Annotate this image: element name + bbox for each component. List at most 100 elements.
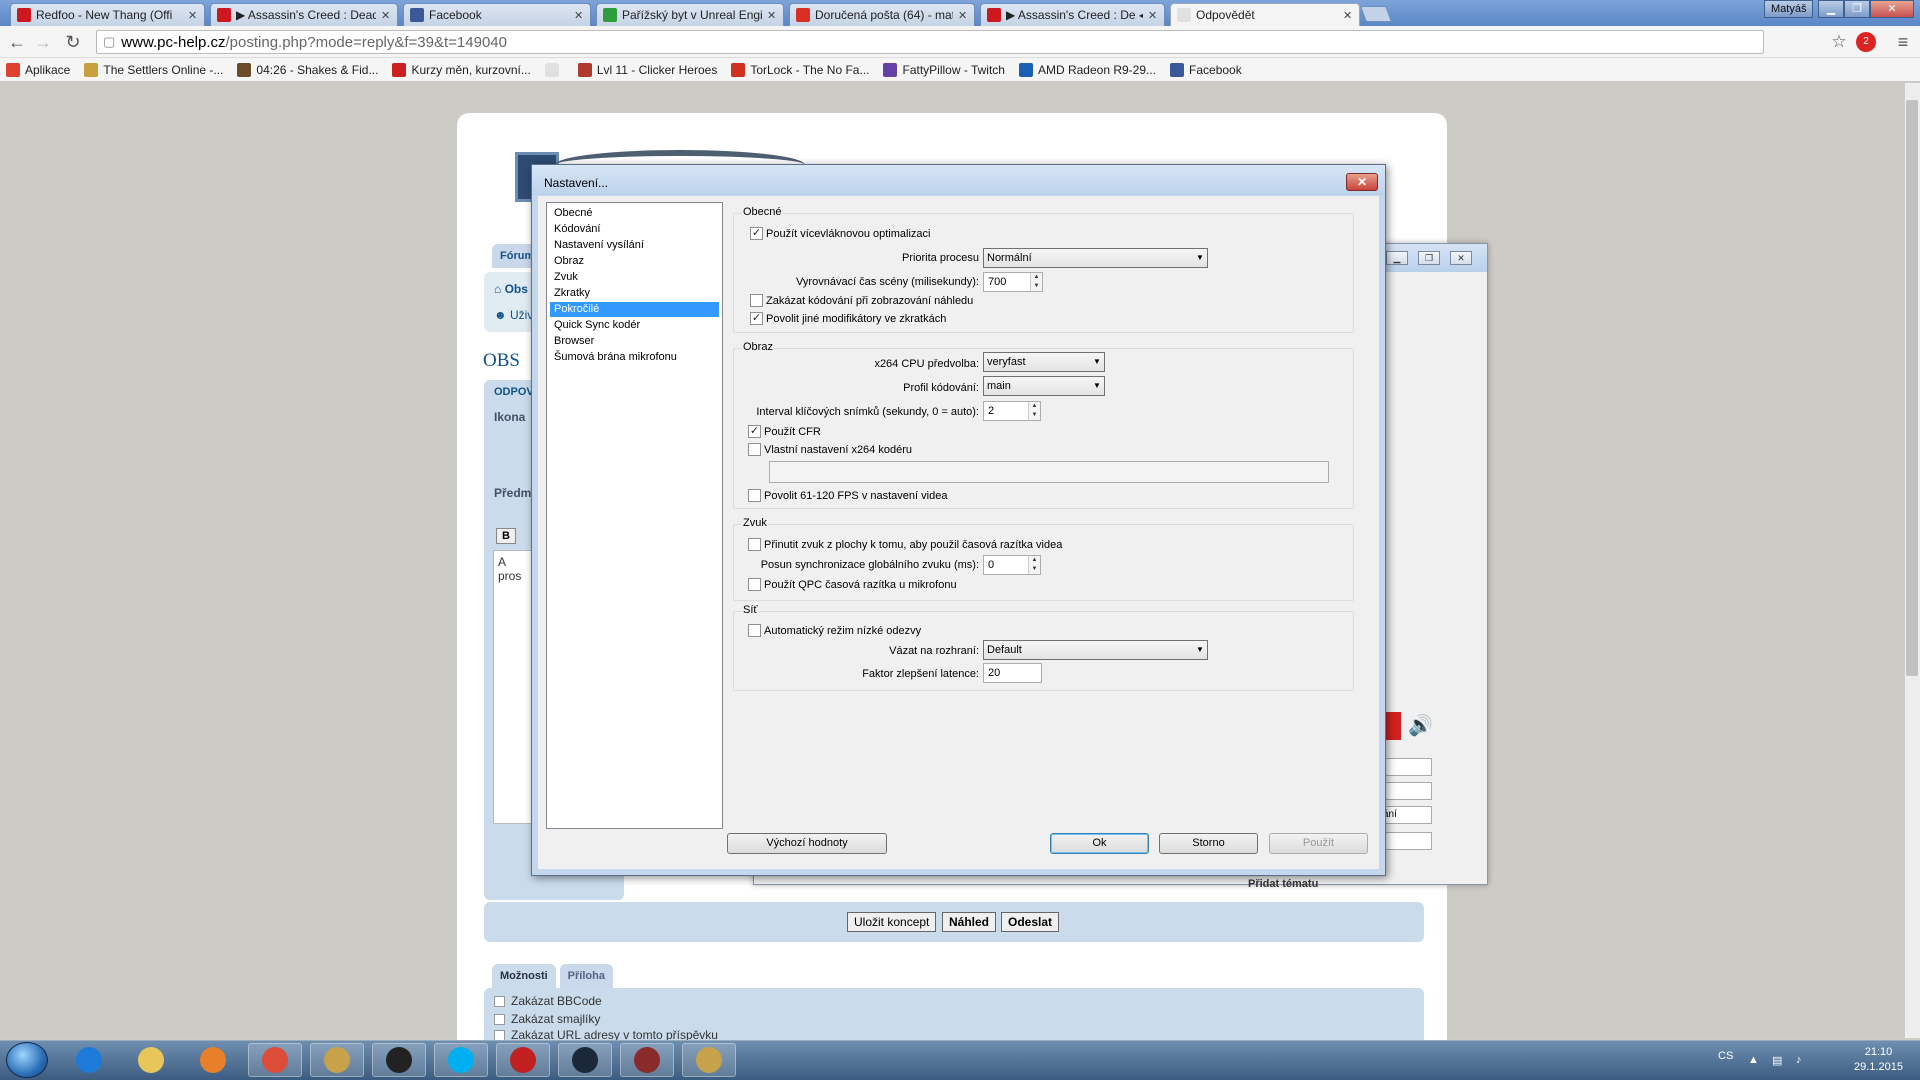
- obs-partial-combo[interactable]: t: [1380, 782, 1432, 800]
- close-window-button[interactable]: ✕: [1870, 0, 1914, 18]
- allow-modifiers-checkbox[interactable]: ✓ Povolit jiné modifikátory ve zkratkách: [750, 312, 946, 325]
- allow-high-fps-checkbox[interactable]: Povolit 61-120 FPS v nastavení videa: [748, 489, 947, 502]
- checkbox[interactable]: [494, 1013, 505, 1025]
- network-icon[interactable]: ▤: [1772, 1054, 1786, 1067]
- category-item[interactable]: Šumová brána mikrofonu: [550, 350, 719, 365]
- disable-preview-encoding-checkbox[interactable]: Zakázat kódování při zobrazování náhledu: [750, 294, 973, 307]
- submit-button[interactable]: Odeslat: [1001, 912, 1060, 932]
- bookmark-item[interactable]: [544, 62, 564, 77]
- speaker-icon[interactable]: 🔊: [1408, 713, 1433, 738]
- category-item[interactable]: Zkratky: [550, 286, 719, 301]
- use-qpc-checkbox[interactable]: Použít QPC časová razítka u mikrofonu: [748, 578, 957, 591]
- obs-close-button[interactable]: ✕: [1450, 251, 1472, 265]
- nav-link-obs[interactable]: ⌂ Obs: [494, 282, 528, 296]
- forward-arrow-icon[interactable]: →: [32, 32, 54, 52]
- bookmark-star-icon[interactable]: ☆: [1828, 32, 1850, 52]
- volume-icon[interactable]: ♪: [1796, 1054, 1810, 1066]
- extension-badge[interactable]: 2: [1856, 32, 1876, 52]
- bookmark-item[interactable]: Aplikace: [6, 62, 70, 77]
- checkbox-box[interactable]: ✓: [750, 312, 763, 325]
- close-tab-icon[interactable]: ✕: [188, 9, 198, 22]
- spinner-arrows-icon[interactable]: ▲ ▼: [1030, 273, 1042, 291]
- x264-preset-select[interactable]: veryfast ▼: [983, 352, 1105, 372]
- close-tab-icon[interactable]: ✕: [381, 9, 391, 22]
- clock[interactable]: 21:10 29.1.2015: [1854, 1045, 1903, 1075]
- option-disable-bbcode[interactable]: Zakázat BBCode: [494, 992, 718, 1010]
- browser-tab[interactable]: Facebook ✕: [403, 3, 591, 26]
- new-tab-button[interactable]: [1360, 6, 1392, 22]
- close-tab-icon[interactable]: ✕: [1343, 9, 1353, 22]
- bookmark-item[interactable]: FattyPillow - Twitch: [883, 62, 1005, 77]
- bookmark-item[interactable]: AMD Radeon R9-29...: [1018, 62, 1156, 77]
- show-hidden-icons-icon[interactable]: ▲: [1748, 1054, 1762, 1066]
- taskbar-media-player-button[interactable]: [186, 1043, 240, 1077]
- bind-interface-select[interactable]: Default ▼: [983, 640, 1208, 660]
- browser-tab[interactable]: Pařížský byt v Unreal Engi ✕: [596, 3, 784, 26]
- taskbar-internet-explorer-button[interactable]: [62, 1043, 116, 1077]
- category-item[interactable]: Nastavení vysílání: [550, 238, 719, 253]
- close-tab-icon[interactable]: ✕: [574, 9, 584, 22]
- checkbox-box[interactable]: ✓: [750, 227, 763, 240]
- bookmark-item[interactable]: 04:26 - Shakes & Fid...: [237, 62, 378, 77]
- spinner-arrows-icon[interactable]: ▲ ▼: [1028, 556, 1040, 574]
- category-item[interactable]: Obecné: [550, 206, 719, 221]
- obs-partial-button[interactable]: ání: [1380, 806, 1432, 824]
- keyframe-interval-spinner[interactable]: 2 ▲ ▼: [983, 401, 1041, 421]
- checkbox[interactable]: [494, 995, 505, 1007]
- force-timestamps-checkbox[interactable]: Přinutit zvuk z plochy k tomu, aby použi…: [748, 538, 1062, 551]
- ok-button[interactable]: Ok: [1050, 833, 1149, 854]
- scene-buffer-spinner[interactable]: 700 ▲ ▼: [983, 272, 1043, 292]
- start-button[interactable]: [6, 1042, 48, 1078]
- taskbar-obs-button[interactable]: [372, 1043, 426, 1077]
- checkbox-box[interactable]: [748, 443, 761, 456]
- address-bar[interactable]: ▢ www.pc-help.cz/posting.php?mode=reply&…: [96, 30, 1764, 54]
- option-disable-smilies[interactable]: Zakázat smajlíky: [494, 1010, 718, 1028]
- profile-badge[interactable]: Matyáš: [1764, 0, 1814, 18]
- scrollbar-thumb[interactable]: [1906, 100, 1918, 676]
- category-item[interactable]: Kódování: [550, 222, 719, 237]
- latency-factor-input[interactable]: 20: [983, 663, 1042, 683]
- browser-tab[interactable]: ▶ Assassin's Creed : Dead ✕: [210, 3, 398, 26]
- obs-partial-field[interactable]: t: [1380, 758, 1432, 776]
- checkbox-box[interactable]: [748, 538, 761, 551]
- priority-select[interactable]: Normální ▼: [983, 248, 1208, 268]
- bookmark-item[interactable]: TorLock - The No Fa...: [731, 62, 869, 77]
- reload-icon[interactable]: ↻: [62, 32, 84, 52]
- taskbar-app-red-button[interactable]: [496, 1043, 550, 1077]
- bookmark-item[interactable]: The Settlers Online -...: [84, 62, 223, 77]
- taskbar-skype-button[interactable]: [434, 1043, 488, 1077]
- browser-tab[interactable]: Doručená pošta (64) - mat ✕: [789, 3, 975, 26]
- close-tab-icon[interactable]: ✕: [767, 9, 777, 22]
- close-tab-icon[interactable]: ✕: [958, 9, 968, 22]
- back-arrow-icon[interactable]: ←: [6, 32, 28, 52]
- dialog-close-button[interactable]: ✕: [1346, 173, 1378, 191]
- obs-restore-button[interactable]: ❐: [1418, 251, 1440, 265]
- browser-tab[interactable]: Odpovědět ✕: [1170, 3, 1360, 26]
- checkbox-box[interactable]: ✓: [748, 425, 761, 438]
- bookmark-item[interactable]: Kurzy měn, kurzovní...: [392, 62, 531, 77]
- low-latency-checkbox[interactable]: Automatický režim nízké odezvy: [748, 624, 921, 637]
- taskbar-app-box-button[interactable]: [620, 1043, 674, 1077]
- category-item[interactable]: Pokročilé: [550, 302, 719, 317]
- tab-attachment[interactable]: Příloha: [559, 964, 613, 988]
- category-item[interactable]: Browser: [550, 334, 719, 349]
- preview-button[interactable]: Náhled: [942, 912, 997, 932]
- taskbar-league-of-legends-2-button[interactable]: [682, 1043, 736, 1077]
- cancel-button[interactable]: Storno: [1159, 833, 1258, 854]
- custom-x264-checkbox[interactable]: Vlastní nastavení x264 kodéru: [748, 443, 912, 456]
- browser-tab[interactable]: Redfoo - New Thang (Offi ✕: [10, 3, 205, 26]
- nav-link-users[interactable]: ☻ Uživ: [494, 308, 533, 322]
- browser-tab[interactable]: ▶ Assassin's Creed : De ◀) ✕: [980, 3, 1165, 26]
- category-item[interactable]: Obraz: [550, 254, 719, 269]
- tab-options[interactable]: Možnosti: [492, 964, 556, 988]
- category-item[interactable]: Quick Sync kodér: [550, 318, 719, 333]
- obs-partial-button-2[interactable]: [1380, 832, 1432, 850]
- save-draft-button[interactable]: Uložit koncept: [847, 912, 937, 932]
- bold-button[interactable]: B: [496, 528, 516, 544]
- checkbox[interactable]: [494, 1029, 505, 1041]
- message-editor[interactable]: A pros: [493, 550, 533, 824]
- taskbar-chrome-button[interactable]: [248, 1043, 302, 1077]
- bookmark-item[interactable]: Facebook: [1170, 62, 1242, 77]
- taskbar-league-of-legends-button[interactable]: [310, 1043, 364, 1077]
- taskbar-steam-button[interactable]: [558, 1043, 612, 1077]
